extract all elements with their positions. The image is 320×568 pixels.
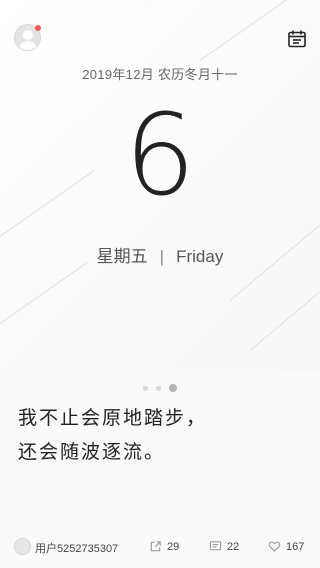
weekday-separator: | <box>159 247 165 266</box>
comment-icon <box>209 541 222 551</box>
share-button[interactable]: 29 <box>149 540 179 553</box>
like-button[interactable]: 167 <box>268 540 304 553</box>
weekday-chinese: 星期五 <box>96 247 148 266</box>
full-date-text: 2019年12月 农历冬月十一 <box>82 67 238 82</box>
page-dot-active[interactable] <box>169 384 177 392</box>
notification-dot <box>35 25 41 31</box>
quote-line: 我不止会原地踏步， <box>18 408 208 429</box>
day-number: 6 <box>124 91 196 221</box>
background-streak <box>0 261 89 331</box>
heart-icon <box>268 541 281 552</box>
like-count: 167 <box>286 540 305 553</box>
share-icon <box>150 541 161 552</box>
comment-count: 22 <box>227 540 240 553</box>
post-footer: 用户5252735307 29 22 167 <box>0 536 320 556</box>
weekday-english: Friday <box>176 247 224 266</box>
calendar-icon[interactable] <box>287 29 307 49</box>
page-dot[interactable] <box>143 385 148 391</box>
quote-line: 还会随波逐流。 <box>18 442 166 463</box>
page-dot[interactable] <box>156 385 161 391</box>
comment-button[interactable]: 22 <box>209 540 239 553</box>
background-streak <box>249 285 320 351</box>
share-count: 29 <box>167 540 180 553</box>
weekday-line: 星期五 | Friday <box>0 242 320 267</box>
background-streak <box>149 0 320 1</box>
author-name[interactable]: 用户5252735307 <box>35 540 118 556</box>
author-avatar-icon[interactable] <box>14 538 31 555</box>
page-indicator <box>0 384 320 392</box>
quote-text: 我不止会原地踏步， 还会随波逐流。 <box>18 402 308 470</box>
